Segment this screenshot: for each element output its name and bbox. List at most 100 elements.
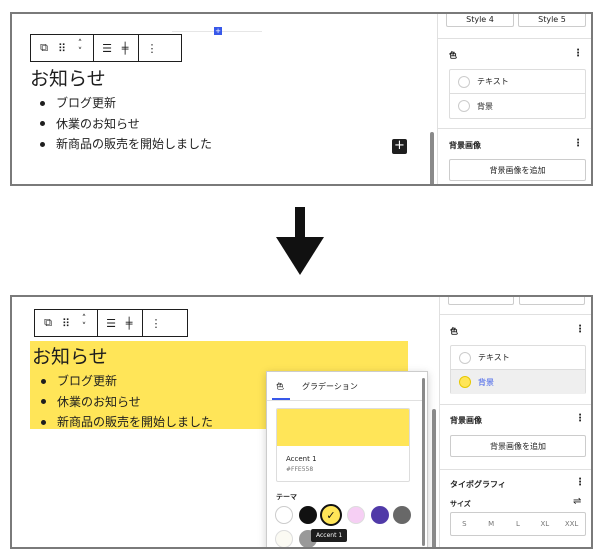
style-4-button[interactable]: Style 4 [446,14,514,27]
size-option-s[interactable]: S [451,520,478,528]
inserter-icon[interactable]: + [214,27,222,35]
swatch-gray[interactable] [393,506,411,524]
color-section-title: 色 [449,51,457,60]
selected-color-preview [277,409,409,446]
text-swatch [458,75,470,88]
before-screenshot: + ⧉ ⠿ ˄ ˅ ☰ ╪ ⋮ お知らせ ブログ更新 休業のお知らせ 新商品の販売… [10,12,593,186]
move-arrows-icon[interactable]: ˄ ˅ [75,310,93,336]
selected-color-name: Accent 1 [286,455,317,463]
color-options-icon[interactable]: ⋮ [575,324,585,335]
swatch-indigo[interactable] [371,506,389,524]
swatch-black[interactable] [299,506,317,524]
justify-icon[interactable]: ╪ [116,35,134,61]
bgimage-options-icon[interactable]: ⋮ [575,413,585,424]
page-heading[interactable]: お知らせ [32,342,108,369]
toolbar-group-3: ⋮ [139,35,165,61]
add-bgimage-button[interactable]: 背景画像を追加 [449,159,586,181]
news-list: ブログ更新 休業のお知らせ 新商品の販売を開始しました [40,93,212,155]
bgimage-options-icon[interactable]: ⋮ [573,138,583,149]
swatch-tooltip: Accent 1 [311,529,348,542]
swatch-pink[interactable] [347,506,365,524]
down-arrow-icon [276,207,324,275]
background-color-row[interactable]: 背景 [450,94,585,118]
block-toolbar: ⧉ ⠿ ˄ ˅ ☰ ╪ ⋮ [30,34,182,62]
drag-icon[interactable]: ⠿ [57,310,75,336]
background-swatch [458,100,470,112]
settings-icon[interactable]: ⇌ [573,496,581,507]
color-picker-popover: 色 グラデーション Accent 1 #FFE558 テーマ ✓ Accent … [266,371,428,547]
toolbar-group-2: ☰ ╪ [94,35,139,61]
toolbar-group-2: ☰ ╪ [98,310,143,336]
toolbar-group-1: ⧉ ⠿ ˄ ˅ [35,310,98,336]
color-section-title: 色 [450,327,458,336]
scrollbar[interactable] [430,132,434,184]
font-size-picker: S M L XL XXL [450,512,586,536]
background-color-row[interactable]: 背景 [451,370,585,394]
add-bgimage-button[interactable]: 背景画像を追加 [450,435,586,457]
popover-scrollbar[interactable] [422,378,425,546]
block-toolbar: ⧉ ⠿ ˄ ˅ ☰ ╪ ⋮ [34,309,188,337]
text-color-row[interactable]: テキスト [450,70,585,94]
add-block-icon[interactable]: + [392,139,407,154]
transform-icon[interactable]: ⧉ [35,35,53,61]
settings-sidebar: 色 ⋮ テキスト 背景 背景画像 ⋮ 背景画像を追加 タイポグラフィ ⋮ サイズ… [439,297,591,547]
more-options-icon[interactable]: ⋮ [147,310,165,336]
drag-icon[interactable]: ⠿ [53,35,71,61]
align-icon[interactable]: ☰ [98,35,116,61]
align-icon[interactable]: ☰ [102,310,120,336]
color-row-label: テキスト [478,353,510,362]
typography-options-icon[interactable]: ⋮ [575,477,585,488]
style-button-partial[interactable] [519,297,585,305]
style-5-button[interactable]: Style 5 [518,14,586,27]
text-color-row[interactable]: テキスト [451,346,585,370]
size-label: サイズ [450,500,471,508]
settings-sidebar: Style 4 Style 5 色 ⋮ テキスト 背景 背景画像 ⋮ 背景画像を… [437,14,591,184]
text-swatch [459,351,471,364]
selected-color-hex: #FFE558 [286,466,314,473]
selected-color-card[interactable]: Accent 1 #FFE558 [276,408,410,482]
news-list: ブログ更新 休業のお知らせ 新商品の販売を開始しました [41,371,213,433]
size-option-xxl[interactable]: XXL [558,520,585,528]
move-arrows-icon[interactable]: ˄ ˅ [71,35,89,61]
more-options-icon[interactable]: ⋮ [143,35,161,61]
divider [438,128,591,129]
list-item[interactable]: 新商品の販売を開始しました [40,134,212,155]
style-button-partial[interactable] [448,297,514,305]
page-heading[interactable]: お知らせ [30,64,106,91]
swatch-cream[interactable] [275,530,293,547]
list-item[interactable]: 新商品の販売を開始しました [41,412,213,433]
background-swatch [459,376,471,388]
divider [438,38,591,39]
divider [440,469,591,470]
list-item[interactable]: 休業のお知らせ [40,114,212,135]
list-item[interactable]: ブログ更新 [41,371,213,392]
size-option-l[interactable]: L [505,520,532,528]
transform-icon[interactable]: ⧉ [39,310,57,336]
color-settings: テキスト 背景 [450,345,586,394]
size-option-xl[interactable]: XL [531,520,558,528]
bgimage-section-title: 背景画像 [450,416,482,425]
divider [267,400,422,401]
size-option-m[interactable]: M [478,520,505,528]
tab-gradient[interactable]: グラデーション [302,381,358,392]
color-row-label: 背景 [478,377,494,387]
justify-icon[interactable]: ╪ [120,310,138,336]
divider [440,314,591,315]
color-row-label: テキスト [477,77,509,86]
scrollbar[interactable] [432,409,436,547]
checkmark-icon: ✓ [326,508,336,522]
swatch-accent-1[interactable]: ✓ [320,504,342,526]
color-options-icon[interactable]: ⋮ [573,48,583,59]
tab-color[interactable]: 色 [276,381,284,392]
color-settings: テキスト 背景 [449,69,586,119]
after-screenshot: ⧉ ⠿ ˄ ˅ ☰ ╪ ⋮ お知らせ ブログ更新 休業のお知らせ 新商品の販売を開… [10,295,593,549]
color-row-label: 背景 [477,101,493,111]
toolbar-group-1: ⧉ ⠿ ˄ ˅ [31,35,94,61]
list-item[interactable]: ブログ更新 [40,93,212,114]
divider [440,404,591,405]
palette-label: テーマ [276,493,297,501]
typography-section-title: タイポグラフィ [450,480,506,489]
list-item[interactable]: 休業のお知らせ [41,392,213,413]
swatch-white[interactable] [275,506,293,524]
toolbar-group-3: ⋮ [143,310,169,336]
